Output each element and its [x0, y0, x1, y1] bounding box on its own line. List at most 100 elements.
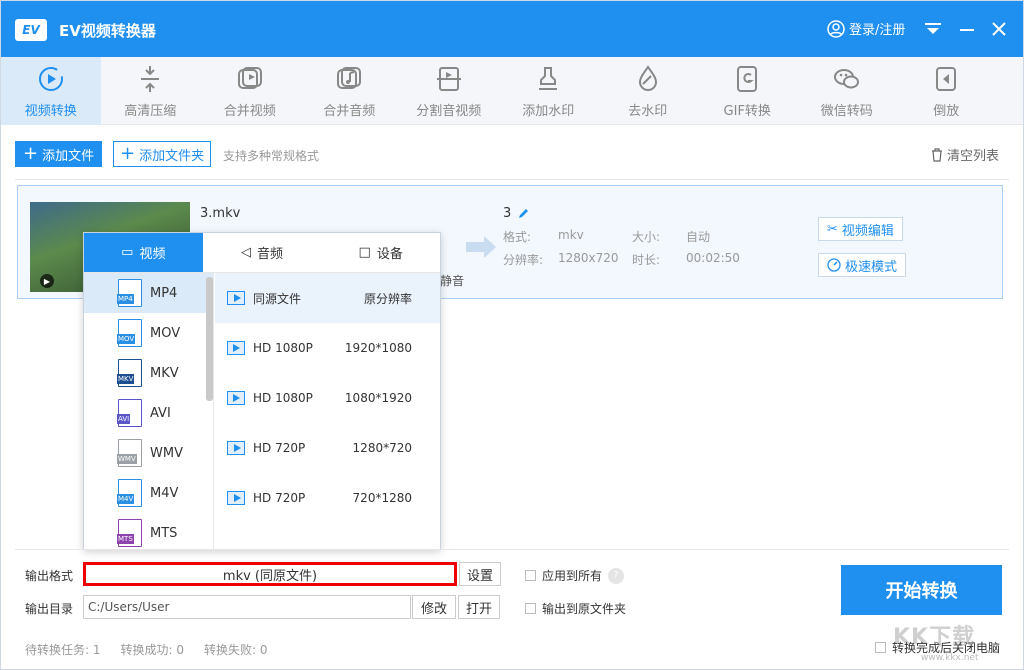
add-folder-button[interactable]: + 添加文件夹: [113, 141, 212, 167]
toolbar-item-label: 去水印: [628, 103, 668, 119]
output-name-text: 3: [503, 206, 512, 221]
resolution-value: 1280x720: [558, 251, 619, 265]
output-format-label: 输出格式: [25, 569, 74, 583]
format-hint: 支持多种常规格式: [223, 149, 320, 163]
toolbar-item-label: 合并音频: [323, 103, 376, 119]
toolbar-item-drop[interactable]: 去水印: [598, 57, 698, 125]
format-item[interactable]: WMV WMV: [84, 433, 213, 473]
device-icon: □: [358, 245, 371, 260]
format-scrollbar[interactable]: [206, 277, 213, 401]
apply-all-label: 应用到所有: [542, 569, 603, 583]
clear-list-button[interactable]: 清空列表: [931, 145, 999, 164]
modify-button[interactable]: 修改: [412, 595, 456, 619]
stamp-icon: [539, 66, 558, 90]
format-name: WMV: [150, 445, 183, 461]
apply-all-checkbox[interactable]: [525, 570, 536, 581]
video-play-icon: [227, 391, 245, 405]
split-icon: [436, 66, 461, 91]
format-item[interactable]: MTS MTS: [84, 513, 213, 549]
apply-all-option[interactable]: 应用到所有 ?: [525, 567, 625, 584]
mute-label: 静音: [440, 274, 465, 288]
preset-name: HD 1080P: [252, 391, 313, 405]
popup-tab-0[interactable]: ▭ 视频: [84, 233, 203, 272]
toolbar-item-stamp[interactable]: 添加水印: [499, 57, 599, 125]
file-format-icon: AVI: [117, 399, 142, 427]
pencil-icon[interactable]: [517, 208, 529, 220]
open-button[interactable]: 打开: [458, 595, 500, 619]
compress-icon: [141, 65, 160, 92]
popup-tab-1[interactable]: ◁ 音频: [203, 233, 322, 272]
duration-value: 00:02:50: [686, 251, 740, 265]
file-format-badge: MOV: [117, 334, 136, 344]
file-format-icon: MKV: [117, 359, 142, 387]
toolbar-item-label: 高清压缩: [124, 103, 177, 119]
preset-name: HD 1080P: [252, 341, 313, 355]
menu-button[interactable]: [921, 17, 945, 41]
stat-value: 0: [259, 643, 268, 657]
format-popup: ▭ 视频 ◁ 音频 □ 设备 MP4 MP4 MOV MOV MKV MKV AVI AVI WMV WMV…: [83, 232, 441, 550]
output-format-value: mkv (同原文件): [222, 568, 318, 584]
popup-tab-2[interactable]: □ 设备: [321, 233, 440, 272]
preset-item[interactable]: 同源文件 原分辨率: [215, 273, 440, 323]
preset-item[interactable]: HD 720P 1280*720: [215, 423, 440, 473]
to-source-checkbox[interactable]: [525, 603, 536, 614]
file-format-icon: WMV: [117, 439, 142, 467]
minimize-button[interactable]: [955, 17, 979, 41]
file-format-badge: MTS: [117, 534, 134, 544]
trash-icon: [932, 147, 942, 162]
preset-item[interactable]: HD 1080P 1080*1920: [215, 373, 440, 423]
format-item[interactable]: MOV MOV: [84, 313, 213, 353]
speed-mode-label: 极速模式: [845, 259, 898, 275]
to-source-label: 输出到原文件夹: [542, 602, 627, 616]
file-format-badge: WMV: [117, 454, 137, 464]
toolbar-item-label: 视频转换: [24, 103, 77, 119]
format-name: M4V: [150, 485, 179, 501]
toolbar-item-merge-audio[interactable]: 合并音频: [300, 57, 400, 125]
help-icon[interactable]: ?: [608, 567, 625, 584]
toolbar-item-label: 添加水印: [522, 103, 575, 119]
drop-icon: [638, 64, 657, 91]
toolbar-item-wechat[interactable]: 微信转码: [797, 57, 897, 125]
output-format-select[interactable]: mkv (同原文件): [83, 562, 457, 586]
to-source-option[interactable]: 输出到原文件夹: [525, 600, 626, 617]
login-link[interactable]: 登录/注册: [827, 19, 905, 38]
preset-resolution: 1280*720: [352, 441, 412, 455]
file-name: 3.mkv: [200, 206, 241, 221]
close-button[interactable]: [987, 17, 1011, 41]
speed-mode-button[interactable]: 极速模式: [818, 253, 907, 277]
app-logo: EV: [15, 19, 47, 41]
preset-resolution: 原分辨率: [363, 291, 412, 306]
output-dir-label: 输出目录: [25, 602, 74, 616]
file-format-icon: MOV: [117, 319, 142, 347]
file-format-badge: MP4: [117, 294, 134, 304]
format-item[interactable]: MKV MKV: [84, 353, 213, 393]
wechat-icon: [833, 68, 859, 88]
toolbar-item-gif[interactable]: GIF转换: [698, 57, 798, 125]
toolbar-item-refresh-play[interactable]: 视频转换: [1, 57, 101, 125]
preset-name: 同源文件: [253, 291, 302, 306]
settings-button[interactable]: 设置: [459, 562, 501, 586]
format-item[interactable]: MP4 MP4: [84, 273, 213, 313]
toolbar-item-reverse[interactable]: 倒放: [897, 57, 997, 125]
preset-item[interactable]: HD 720P 720*1280: [215, 473, 440, 523]
start-convert-button[interactable]: 开始转换: [841, 565, 1002, 615]
toolbar-item-split[interactable]: 分割音视频: [399, 57, 499, 125]
stat-label: 待转换任务:: [25, 643, 90, 657]
toolbar-item-compress[interactable]: 高清压缩: [101, 57, 201, 125]
format-item[interactable]: M4V M4V: [84, 473, 213, 513]
format-item[interactable]: AVI AVI: [84, 393, 213, 433]
toolbar-item-label: 分割音视频: [416, 103, 482, 119]
popup-tab-label: 设备: [376, 247, 403, 262]
output-dir-value: C:/Users/User: [88, 600, 170, 614]
video-edit-button[interactable]: ✂ 视频编辑: [818, 217, 903, 241]
add-file-button[interactable]: + 添加文件: [15, 141, 103, 167]
file-format-icon: M4V: [117, 479, 142, 507]
play-icon[interactable]: ▶: [40, 274, 54, 288]
toolbar-item-merge-video[interactable]: 合并视频: [200, 57, 300, 125]
preset-item[interactable]: HD 1080P 1920*1080: [215, 323, 440, 373]
video-edit-label: 视频编辑: [841, 223, 894, 239]
shutdown-checkbox[interactable]: [875, 642, 886, 653]
shutdown-option[interactable]: 转换完成后关闭电脑: [875, 639, 1000, 656]
output-name[interactable]: 3: [503, 206, 529, 221]
output-dir-field[interactable]: C:/Users/User: [83, 595, 411, 619]
